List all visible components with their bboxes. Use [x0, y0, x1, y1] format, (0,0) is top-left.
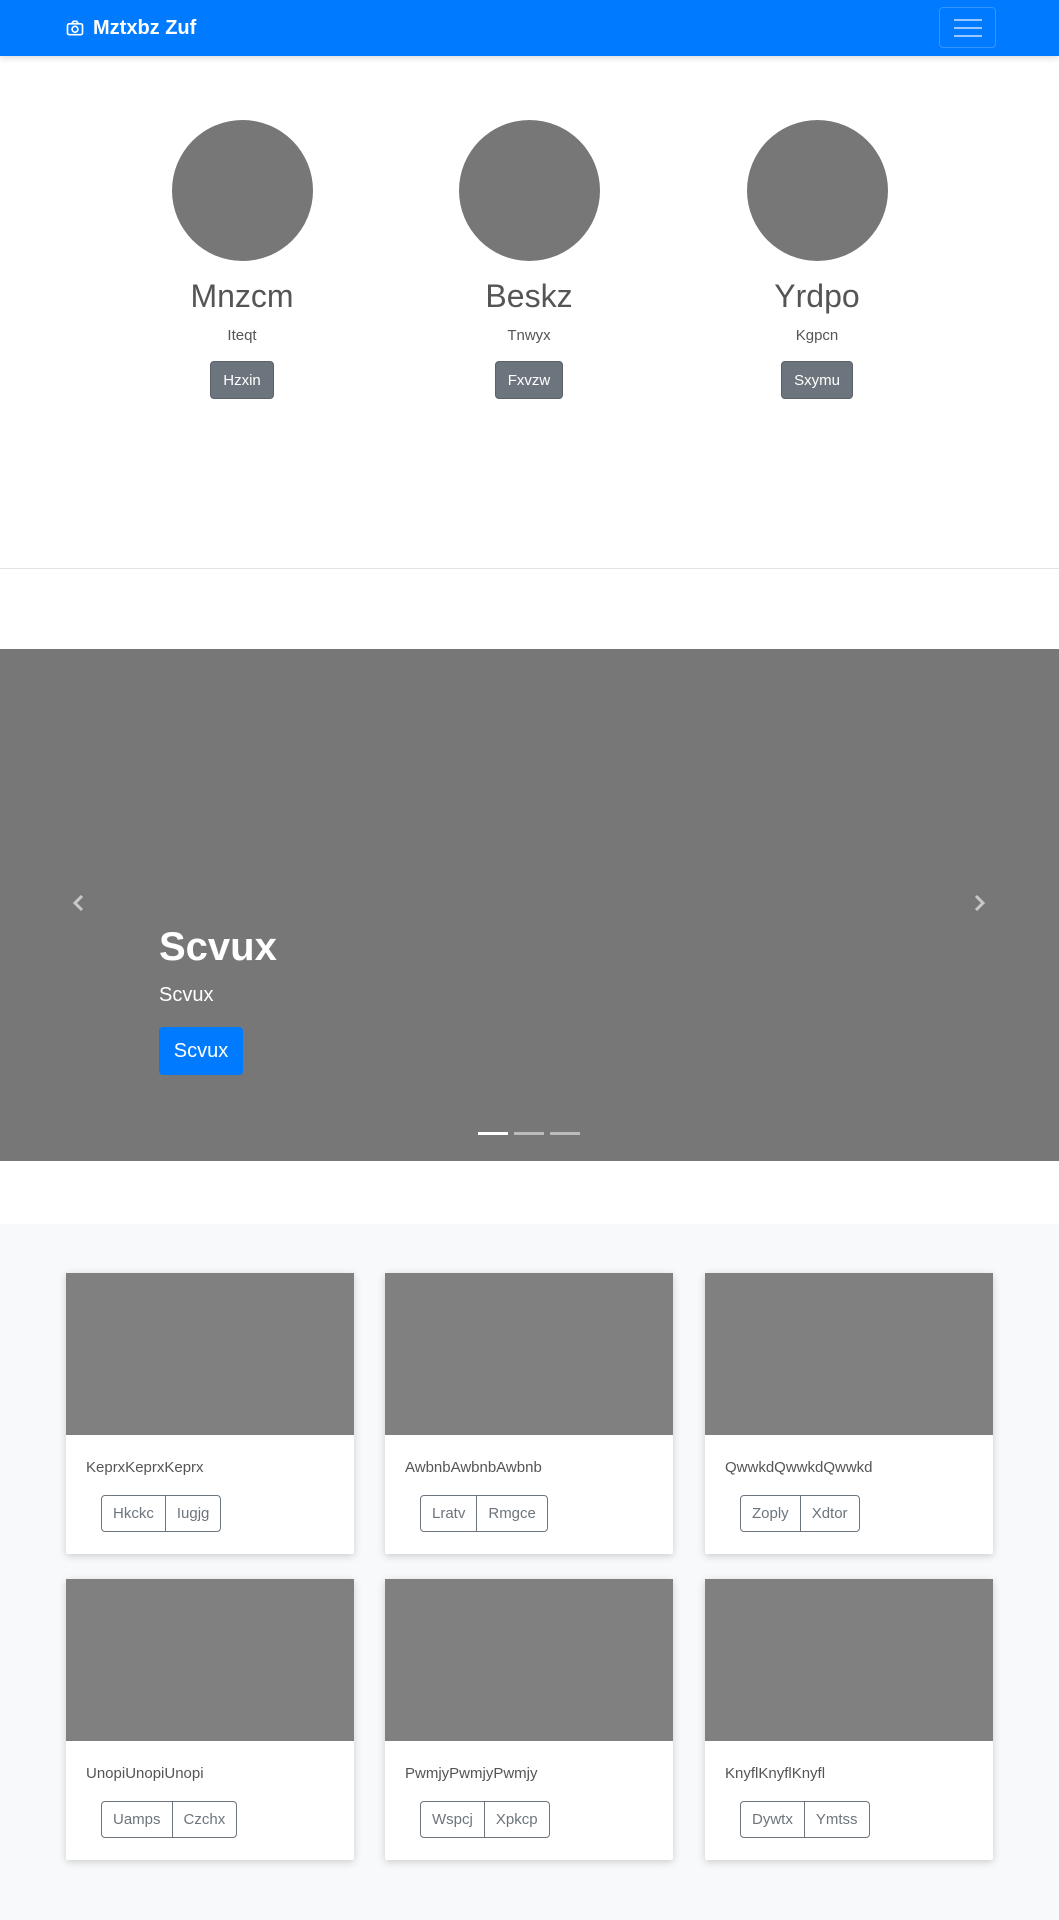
- card-button[interactable]: Zoply: [740, 1495, 801, 1532]
- card-button[interactable]: Xpkcp: [483, 1801, 550, 1838]
- member-name: Mnzcm: [190, 278, 294, 314]
- carousel-caption: Scvux Scvux Scvux: [159, 923, 277, 1075]
- member-button[interactable]: Sxymu: [781, 361, 853, 399]
- card-button[interactable]: Dywtx: [740, 1801, 805, 1838]
- team-member: Beskz Tnwyx Fxvzw: [429, 120, 629, 399]
- card-text: AwbnbAwbnbAwbnb: [405, 1459, 542, 1476]
- card-button-group: Uamps Czchx: [101, 1801, 238, 1838]
- carousel-title: Scvux: [159, 925, 277, 969]
- member-name: Beskz: [485, 278, 573, 314]
- team-member: Yrdpo Kgpcn Sxymu: [717, 120, 917, 399]
- card-image: [705, 1579, 993, 1741]
- member-role: Tnwyx: [507, 327, 551, 344]
- card-button[interactable]: Hkckc: [101, 1495, 166, 1532]
- card-button-group: Zoply Xdtor: [740, 1495, 860, 1532]
- carousel-indicator[interactable]: [514, 1132, 544, 1135]
- card-button-group: Lratv Rmgce: [420, 1495, 548, 1532]
- brand-link[interactable]: Mztxbz Zuf: [65, 15, 196, 41]
- hamburger-menu-icon: [953, 18, 982, 21]
- cards-section: KeprxKeprxKeprx Hkckc Iugjg AwbnbAwbnbAw…: [0, 1224, 1059, 1920]
- card: KeprxKeprxKeprx Hkckc Iugjg: [66, 1273, 354, 1554]
- member-role: Iteqt: [227, 327, 257, 344]
- carousel-indicator[interactable]: [478, 1132, 508, 1135]
- card-text: PwmjyPwmjyPwmjy: [405, 1765, 538, 1782]
- carousel-next-button[interactable]: [967, 891, 991, 915]
- team-member: Mnzcm Iteqt Hzxin: [142, 120, 342, 399]
- member-role: Kgpcn: [795, 327, 839, 344]
- carousel-prev-button[interactable]: [67, 891, 91, 915]
- chevron-left-icon: [72, 894, 84, 912]
- card-button[interactable]: Lratv: [420, 1495, 478, 1532]
- card-button[interactable]: Czchx: [171, 1801, 238, 1838]
- card: AwbnbAwbnbAwbnb Lratv Rmgce: [385, 1273, 673, 1554]
- member-button[interactable]: Fxvzw: [494, 361, 564, 399]
- card: PwmjyPwmjyPwmjy Wspcj Xpkcp: [385, 1579, 673, 1860]
- member-name: Yrdpo: [774, 278, 860, 314]
- avatar: [171, 120, 313, 261]
- card-image: [385, 1273, 673, 1435]
- card-button-group: Wspcj Xpkcp: [420, 1801, 550, 1838]
- section-divider: [0, 568, 1059, 569]
- card-button-group: Hkckc Iugjg: [101, 1495, 222, 1532]
- card-image: [66, 1273, 354, 1435]
- card-button-group: Dywtx Ymtss: [740, 1801, 870, 1838]
- card-button[interactable]: Uamps: [101, 1801, 173, 1838]
- member-button[interactable]: Hzxin: [210, 361, 274, 399]
- card-image: [705, 1273, 993, 1435]
- brand-label: Mztxbz Zuf: [93, 17, 197, 39]
- card-text: KnyflKnyflKnyfl: [725, 1765, 826, 1782]
- card-button[interactable]: Iugjg: [164, 1495, 222, 1532]
- carousel-indicators: [478, 1132, 580, 1135]
- card-button[interactable]: Rmgce: [476, 1495, 548, 1532]
- avatar: [458, 120, 600, 261]
- carousel-subtitle: Scvux: [159, 984, 214, 1006]
- card-button[interactable]: Xdtor: [799, 1495, 860, 1532]
- card: QwwkdQwwkdQwwkd Zoply Xdtor: [705, 1273, 993, 1554]
- team-section: Mnzcm Iteqt Hzxin Beskz Tnwyx Fxvzw Yrdp…: [0, 56, 1059, 568]
- card-image: [66, 1579, 354, 1741]
- avatar: [746, 120, 888, 261]
- navbar: Mztxbz Zuf: [0, 0, 1059, 56]
- camera-icon: [65, 18, 85, 38]
- carousel-indicator[interactable]: [550, 1132, 580, 1135]
- card-button[interactable]: Ymtss: [803, 1801, 870, 1838]
- carousel: Scvux Scvux Scvux: [0, 649, 1059, 1161]
- card: UnopiUnopiUnopi Uamps Czchx: [66, 1579, 354, 1860]
- card-button[interactable]: Wspcj: [420, 1801, 485, 1838]
- card-text: UnopiUnopiUnopi: [86, 1765, 204, 1782]
- navbar-toggler-button[interactable]: [939, 7, 996, 48]
- carousel-cta-button[interactable]: Scvux: [159, 1027, 243, 1075]
- card-text: QwwkdQwwkdQwwkd: [725, 1459, 873, 1476]
- card-text: KeprxKeprxKeprx: [86, 1459, 204, 1476]
- card: KnyflKnyflKnyfl Dywtx Ymtss: [705, 1579, 993, 1860]
- chevron-right-icon: [974, 894, 986, 912]
- card-image: [385, 1579, 673, 1741]
